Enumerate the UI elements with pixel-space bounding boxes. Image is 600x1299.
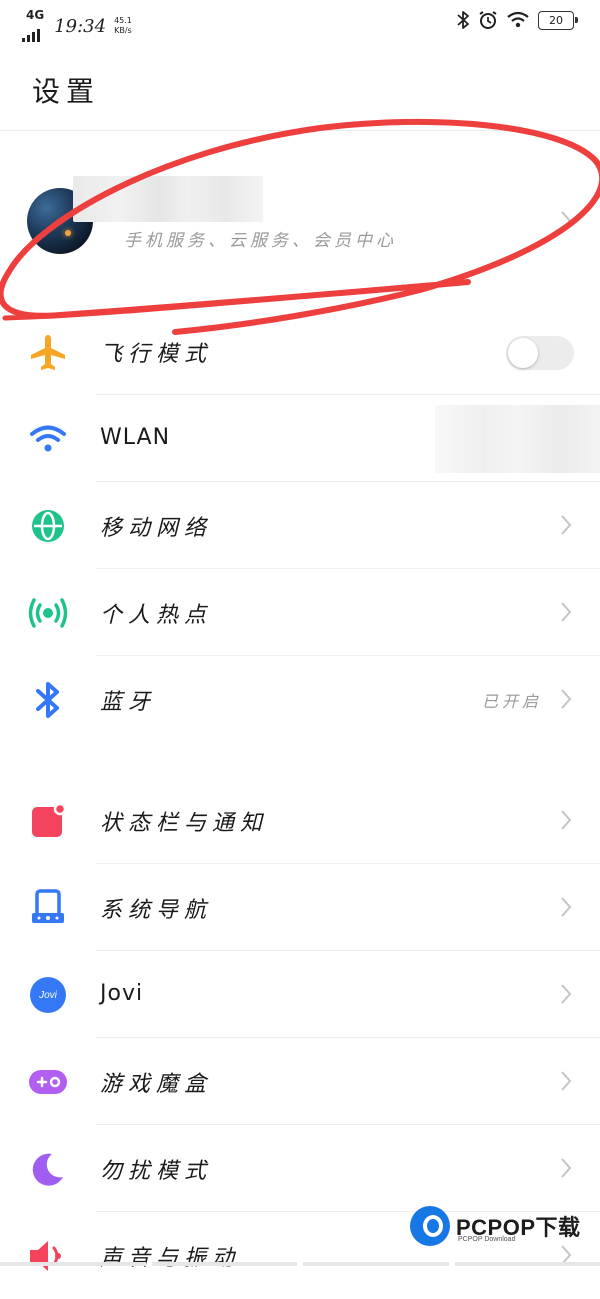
pcpop-watermark: PCPOP下载 PCPOP Download: [410, 1204, 600, 1266]
globe-icon: [28, 506, 68, 546]
wifi-icon: [28, 419, 68, 459]
speed-value: 45.1: [114, 16, 132, 25]
setting-label: 移动网络: [100, 516, 213, 541]
status-bar-left: 4G 19:34 45.1 KB/s: [22, 8, 132, 42]
setting-row-system-navigation[interactable]: 系统导航: [0, 864, 600, 951]
page-title: 设置: [32, 75, 101, 108]
pcpop-logo-icon: [410, 1206, 450, 1246]
bottom-bar: [0, 1262, 600, 1266]
speaker-icon: [28, 1236, 68, 1276]
status-bar: 4G 19:34 45.1 KB/s 20: [0, 0, 600, 46]
bluetooth-icon: [28, 680, 68, 720]
network-type: 4G: [26, 8, 45, 22]
chevron-right-icon: [561, 602, 572, 622]
setting-row-status-bar-notifications[interactable]: 状态栏与通知: [0, 777, 600, 864]
clock: 19:34: [54, 15, 107, 37]
watermark-sub: PCPOP Download: [458, 1236, 516, 1243]
account-card[interactable]: 手机服务、云服务、会员中心: [0, 148, 600, 318]
setting-label: 蓝牙: [100, 690, 157, 715]
setting-label: Jovi: [100, 981, 144, 1006]
setting-label: 勿扰模式: [100, 1159, 213, 1184]
setting-row-airplane-mode[interactable]: 飞行模式: [0, 308, 600, 395]
hotspot-icon: [28, 593, 68, 633]
status-bar-right: 20: [456, 10, 578, 30]
chevron-right-icon: [561, 984, 572, 1004]
bluetooth-icon: [457, 11, 469, 29]
chevron-right-icon: [561, 211, 572, 231]
gamepad-icon: [28, 1062, 68, 1102]
speed-unit: KB/s: [114, 26, 132, 35]
notification-icon: [28, 801, 68, 841]
divider: [0, 130, 600, 131]
wlan-status-blurred: [435, 405, 600, 473]
setting-row-wlan[interactable]: WLAN: [0, 395, 600, 482]
navigation-icon: [28, 888, 68, 928]
setting-row-bluetooth[interactable]: 蓝牙 已开启: [0, 656, 600, 743]
setting-label: 系统导航: [100, 898, 213, 923]
airplane-mode-toggle[interactable]: [506, 336, 574, 370]
airplane-icon: [28, 332, 68, 372]
battery-level: 20: [549, 13, 563, 27]
setting-row-mobile-network[interactable]: 移动网络: [0, 482, 600, 569]
setting-row-jovi[interactable]: Jovi Jovi: [0, 951, 600, 1038]
account-name-blurred: [73, 176, 263, 222]
setting-label: 飞行模式: [100, 342, 213, 367]
setting-row-do-not-disturb[interactable]: 勿扰模式: [0, 1125, 600, 1212]
jovi-icon-text: Jovi: [39, 989, 57, 1001]
chevron-right-icon: [561, 897, 572, 917]
battery-icon: 20: [538, 10, 578, 30]
chevron-right-icon: [561, 810, 572, 830]
setting-label: 游戏魔盒: [100, 1072, 213, 1097]
network-speed: 45.1 KB/s: [112, 16, 132, 36]
setting-row-game-box[interactable]: 游戏魔盒: [0, 1038, 600, 1125]
bluetooth-status: 已开启: [481, 692, 542, 711]
chevron-right-icon: [561, 689, 572, 709]
account-subtitle: 手机服务、云服务、会员中心: [124, 231, 397, 251]
chevron-right-icon: [561, 1158, 572, 1178]
chevron-right-icon: [561, 1071, 572, 1091]
setting-label: 声音与振动: [100, 1246, 241, 1271]
wifi-icon: [507, 11, 529, 28]
setting-row-personal-hotspot[interactable]: 个人热点: [0, 569, 600, 656]
setting-label: 状态栏与通知: [100, 811, 269, 836]
signal-icon: [22, 28, 40, 42]
chevron-right-icon: [561, 515, 572, 535]
jovi-icon: Jovi: [28, 975, 68, 1015]
alarm-icon: [479, 11, 497, 29]
setting-label: WLAN: [100, 425, 171, 450]
setting-label: 个人热点: [100, 603, 213, 628]
moon-icon: [28, 1149, 68, 1189]
